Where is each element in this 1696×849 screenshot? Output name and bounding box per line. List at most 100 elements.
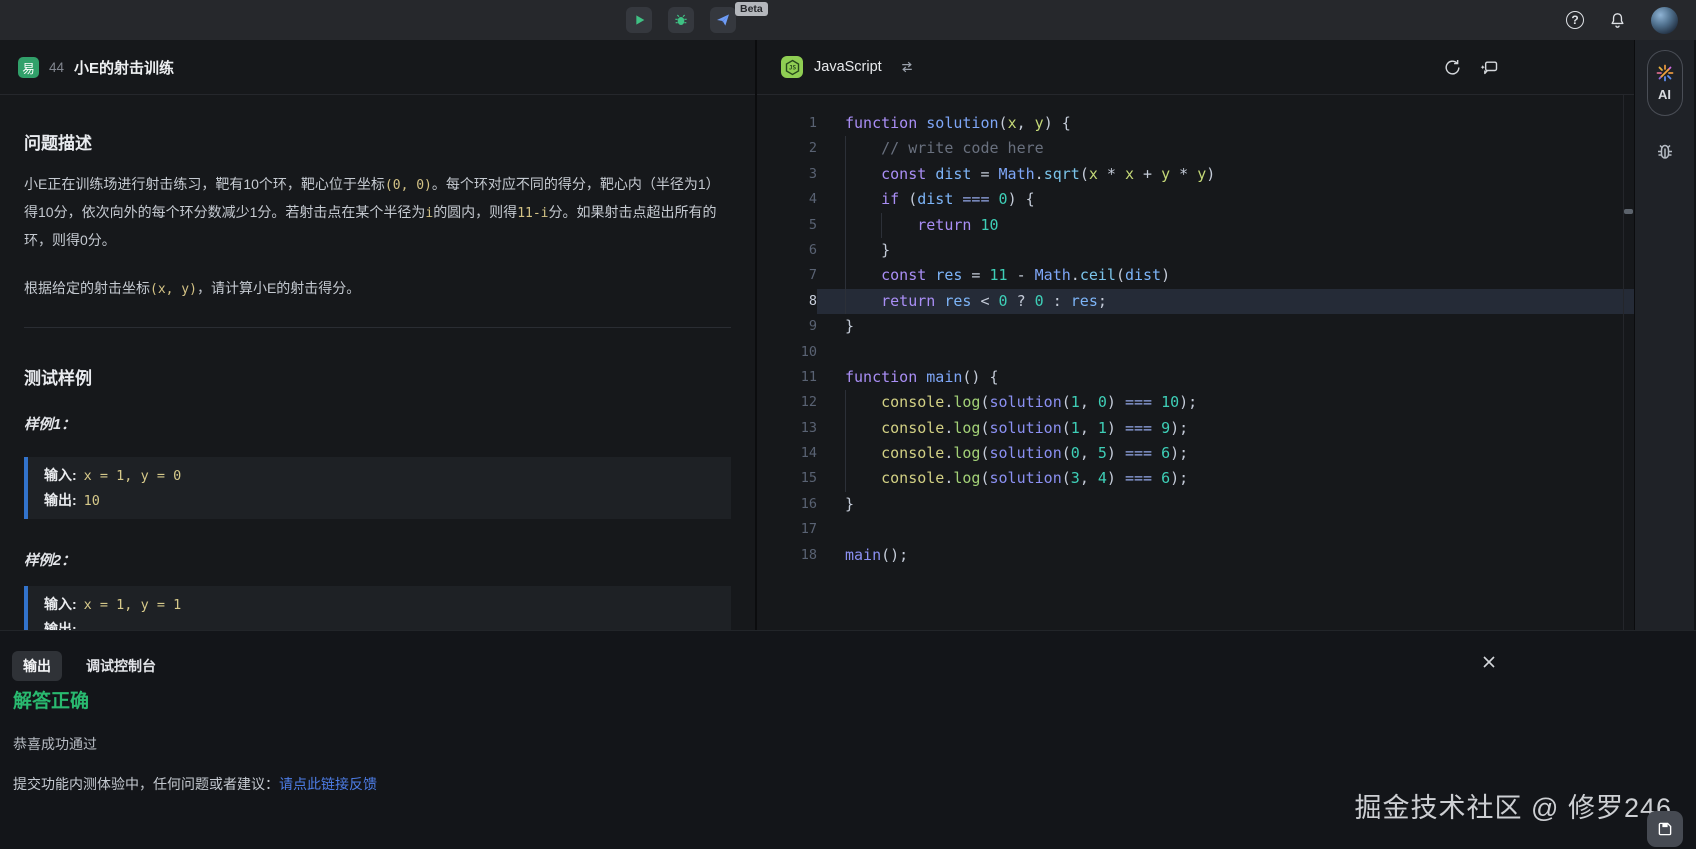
line-number: 10 — [757, 340, 817, 365]
line-content: function solution(x, y) { — [817, 111, 1634, 136]
problem-number: 44 — [49, 60, 64, 75]
reset-code-button[interactable] — [1443, 58, 1462, 77]
line-content: } — [817, 314, 1634, 339]
close-icon — [1482, 655, 1496, 669]
problem-content: 问题描述 小E正在训练场进行射击练习，靶有10个环，靶心位于坐标(0, 0)。每… — [0, 95, 755, 630]
topbar: Beta ? — [0, 0, 1696, 40]
help-button[interactable]: ? — [1566, 11, 1584, 29]
line-number: 4 — [757, 187, 817, 212]
tab-debug-console[interactable]: 调试控制台 — [86, 651, 156, 681]
scrollbar-thumb[interactable] — [1624, 209, 1633, 214]
debug-panel-button[interactable] — [1653, 140, 1677, 169]
indent-guide — [845, 136, 846, 314]
code-line-4[interactable]: 4 if (dist === 0) { — [757, 187, 1634, 212]
indent-guide — [881, 213, 882, 238]
inline-code: 11-i — [517, 206, 548, 221]
app-screen: Beta ? 易 44 小E的射击训练 问题描述 小E正在训练场进行射击练习，靶… — [0, 0, 1696, 849]
line-number: 9 — [757, 314, 817, 339]
line-number: 6 — [757, 238, 817, 263]
example-2-input-row: 输入:x = 1, y = 1 — [44, 592, 715, 617]
problem-header: 易 44 小E的射击训练 — [0, 40, 755, 95]
line-content: const dist = Math.sqrt(x * x + y * y) — [817, 162, 1634, 187]
feedback-link[interactable]: 请点此链接反馈 — [279, 776, 377, 792]
section-divider — [24, 327, 731, 328]
line-number: 13 — [757, 416, 817, 441]
code-line-13[interactable]: 13 console.log(solution(1, 1) === 9); — [757, 416, 1634, 441]
code-line-16[interactable]: 16} — [757, 492, 1634, 517]
code-line-5[interactable]: 5 return 10 — [757, 213, 1634, 238]
format-code-button[interactable] — [1479, 58, 1499, 78]
format-icon — [1479, 58, 1499, 78]
line-number: 14 — [757, 441, 817, 466]
line-content: console.log(solution(1, 0) === 10); — [817, 390, 1634, 415]
code-line-10[interactable]: 10 — [757, 340, 1634, 365]
code-line-14[interactable]: 14 console.log(solution(0, 5) === 6); — [757, 441, 1634, 466]
refresh-icon — [1443, 58, 1462, 77]
input-code: x = 1, y = 0 — [84, 468, 182, 484]
code-line-18[interactable]: 18main(); — [757, 543, 1634, 568]
input-label: 输入: — [44, 596, 77, 612]
switch-language-button[interactable] — [899, 59, 915, 75]
main-area: 易 44 小E的射击训练 问题描述 小E正在训练场进行射击练习，靶有10个环，靶… — [0, 40, 1696, 630]
line-number: 15 — [757, 466, 817, 491]
swap-icon — [899, 59, 915, 75]
line-content: if (dist === 0) { — [817, 187, 1634, 212]
bell-icon[interactable] — [1608, 11, 1627, 30]
line-content: console.log(solution(3, 4) === 6); — [817, 466, 1634, 491]
ai-assistant-button[interactable]: AI — [1647, 50, 1683, 116]
sparkle-icon — [1656, 64, 1674, 82]
submit-button[interactable] — [710, 7, 736, 33]
user-avatar[interactable] — [1651, 7, 1678, 34]
code-line-12[interactable]: 12 console.log(solution(1, 0) === 10); — [757, 390, 1634, 415]
line-number: 7 — [757, 263, 817, 288]
paper-plane-icon — [715, 12, 731, 28]
line-content: } — [817, 238, 1634, 263]
result-status: 解答正确 — [13, 686, 89, 713]
code-line-6[interactable]: 6 } — [757, 238, 1634, 263]
code-line-2[interactable]: 2 // write code here — [757, 136, 1634, 161]
topbar-right: ? — [1566, 0, 1678, 40]
code-line-11[interactable]: 11function main() { — [757, 365, 1634, 390]
line-number: 11 — [757, 365, 817, 390]
topbar-actions — [626, 7, 736, 33]
description-heading: 问题描述 — [24, 129, 731, 154]
code-line-8[interactable]: 8 return res < 0 ? 0 : res; — [757, 289, 1634, 314]
line-number: 16 — [757, 492, 817, 517]
scrollbar-track — [1623, 95, 1624, 630]
line-number: 18 — [757, 543, 817, 568]
output-panel: 输出 调试控制台 解答正确 恭喜成功通过 提交功能内测体验中，任何问题或者建议：… — [0, 630, 1696, 849]
line-number: 12 — [757, 390, 817, 415]
debug-run-button[interactable] — [668, 7, 694, 33]
code-line-7[interactable]: 7 const res = 11 - Math.ceil(dist) — [757, 263, 1634, 288]
line-content: function main() { — [817, 365, 1634, 390]
inline-code: i — [425, 206, 433, 221]
run-button[interactable] — [626, 7, 652, 33]
code-line-3[interactable]: 3 const dist = Math.sqrt(x * x + y * y) — [757, 162, 1634, 187]
text-segment: 的圆内，则得 — [433, 204, 517, 220]
output-label: 输出: — [44, 492, 77, 508]
code-line-17[interactable]: 17 — [757, 517, 1634, 542]
editor-header-actions — [1443, 40, 1499, 95]
problem-paragraph-2: 根据给定的射击坐标(x, y)，请计算小E的射击得分。 — [24, 275, 731, 303]
code-line-9[interactable]: 9} — [757, 314, 1634, 339]
line-number: 17 — [757, 517, 817, 542]
line-content: } — [817, 492, 1634, 517]
inline-code: (0, 0) — [385, 178, 432, 193]
code-lines: 1function solution(x, y) {2 // write cod… — [757, 95, 1634, 568]
output-tabs: 输出 调试控制台 — [12, 651, 156, 681]
code-line-1[interactable]: 1function solution(x, y) { — [757, 111, 1634, 136]
play-icon — [631, 12, 647, 28]
save-button[interactable] — [1647, 811, 1683, 847]
tab-output[interactable]: 输出 — [12, 651, 62, 681]
text-segment: 根据给定的射击坐标 — [24, 280, 150, 296]
code-editor[interactable]: 1function solution(x, y) {2 // write cod… — [757, 95, 1634, 630]
language-label: JavaScript — [814, 59, 882, 75]
line-number: 1 — [757, 111, 817, 136]
close-panel-button[interactable] — [1482, 655, 1496, 674]
code-line-15[interactable]: 15 console.log(solution(3, 4) === 6); — [757, 466, 1634, 491]
line-content — [817, 340, 1634, 365]
line-content: console.log(solution(1, 1) === 9); — [817, 416, 1634, 441]
problem-paragraph-1: 小E正在训练场进行射击练习，靶有10个环，靶心位于坐标(0, 0)。每个环对应不… — [24, 171, 731, 254]
line-number: 5 — [757, 213, 817, 238]
inline-code: (x, y) — [150, 282, 197, 297]
